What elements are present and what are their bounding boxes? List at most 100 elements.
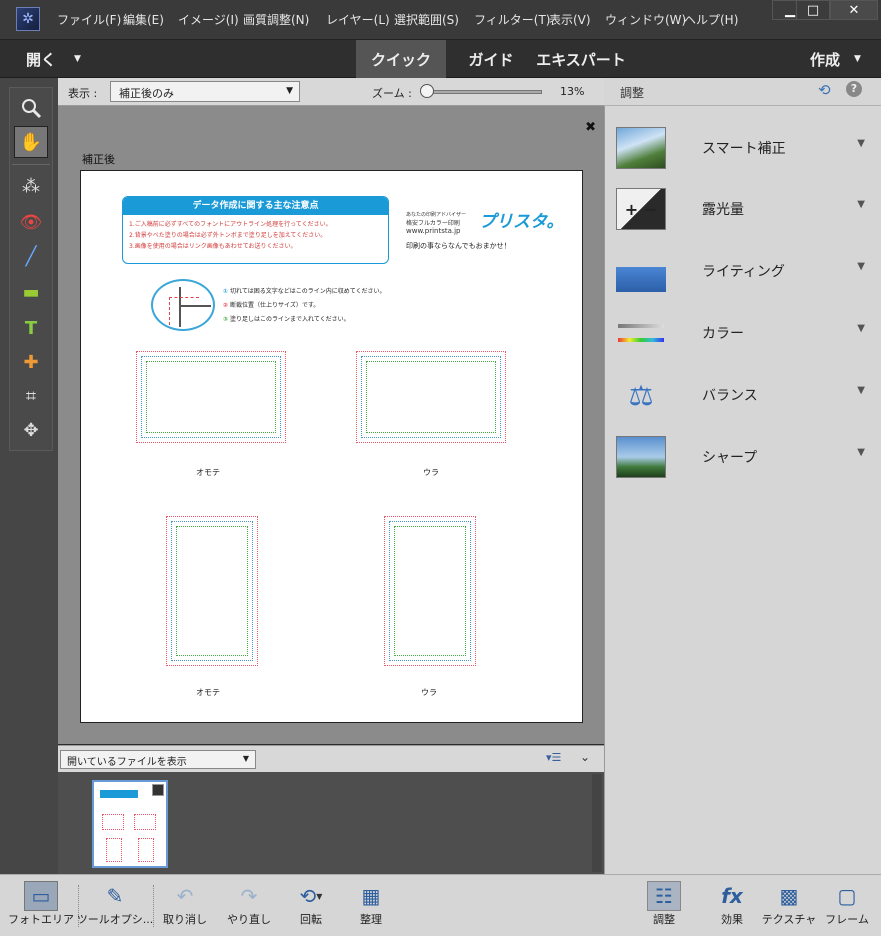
card-template-front-portrait (166, 516, 258, 666)
chevron-down-icon: ▼ (286, 86, 293, 96)
maximize-button[interactable]: □ (796, 0, 830, 20)
diagram-line (169, 297, 199, 325)
view-label: 表示 : (68, 87, 98, 100)
adjust-item-label: ライティング (702, 264, 785, 280)
adjust-item-color[interactable]: カラー ▼ (616, 309, 871, 357)
app-logo-icon[interactable]: ✲ (16, 7, 40, 31)
panel-header: 調整 ⟲ ? (604, 78, 881, 106)
rotate-icon: ⟲ ▼ (299, 884, 323, 908)
quick-selection-tool-icon[interactable]: ⁂ (14, 170, 48, 202)
bin-dropdown[interactable]: 開いているファイルを表示 ▼ (60, 750, 256, 769)
adjust-item-balance[interactable]: ⚖ バランス ▼ (616, 371, 871, 419)
close-button[interactable]: ✕ (830, 0, 878, 20)
exposure-icon: + − (616, 188, 666, 230)
frames-button[interactable]: ▢ フレーム (824, 881, 870, 935)
tab-guided[interactable]: ガイド (446, 40, 536, 78)
textures-icon: ▩ (779, 884, 799, 908)
crop-tool-icon[interactable]: ⌗ (14, 380, 48, 412)
textures-button[interactable]: ▩ テクスチャ (761, 881, 817, 935)
adjust-button[interactable]: ☷ 調整 (642, 881, 686, 935)
menu-filter[interactable]: フィルター(T) (474, 11, 550, 28)
whiten-teeth-tool-icon[interactable]: ╱ (14, 240, 48, 272)
organize-label: 整理 (360, 913, 382, 926)
bin-scrollbar[interactable] (592, 774, 602, 872)
frames-icon: ▢ (837, 884, 857, 908)
zoom-tool-icon[interactable] (14, 92, 48, 124)
effects-button[interactable]: fx 効果 (710, 881, 754, 935)
photo-area-label: フォトエリア (8, 913, 74, 926)
balance-icon: ⚖ (616, 374, 666, 416)
rotate-button[interactable]: ⟲ ▼ 回転 (288, 881, 334, 935)
adjust-item-label: 露光量 (702, 202, 744, 218)
task-bar: ▭ フォトエリア ✎ ツールオプシ... ↶ 取り消し ↷ やり直し ⟲ ▼ 回転… (0, 874, 881, 936)
thumbnail-badge-icon (152, 784, 164, 796)
create-label: 作成 (810, 50, 841, 69)
open-button[interactable]: 開く ▼ (0, 40, 96, 78)
legend-list: ① 切れては困る文字などはこのライン内に収めてください。 ② 断裁位置（仕上りサ… (223, 285, 386, 327)
straighten-tool-icon[interactable]: ▬ (14, 276, 48, 308)
adjust-item-sharpen[interactable]: シャープ ▼ (616, 433, 871, 481)
redo-label: やり直し (227, 913, 271, 926)
card-label: ウラ (421, 688, 437, 697)
brand-slogan: 印刷の事ならなんでもおまかせ！ (406, 242, 511, 250)
tab-expert[interactable]: エキスパート (536, 40, 626, 78)
divider (12, 164, 50, 165)
hand-tool-icon[interactable]: ✋ (14, 126, 48, 158)
adjust-label: 調整 (653, 913, 675, 926)
photo-bin-bar: 開いているファイルを表示 ▼ ▾☰ ⌄ (58, 745, 604, 772)
rotate-label: 回転 (300, 913, 322, 926)
undo-button[interactable]: ↶ 取り消し (160, 881, 210, 935)
adjust-item-exposure[interactable]: + − 露光量 ▼ (616, 185, 871, 233)
type-tool-icon[interactable]: T (14, 312, 48, 344)
bin-dropdown-value: 開いているファイルを表示 (67, 757, 187, 768)
healing-brush-tool-icon[interactable]: ✚ (14, 346, 48, 378)
brand-url: www.printsta.jp (406, 227, 461, 235)
legend-num: ③ (223, 316, 229, 323)
notice-line: 3.画像を使用の場合はリンク画像もあわせてお送りください。 (129, 243, 297, 250)
menu-file[interactable]: ファイル(F) (57, 11, 121, 28)
menu-image[interactable]: イメージ(I) (178, 11, 239, 28)
organize-button[interactable]: ▦ 整理 (348, 881, 394, 935)
redo-button[interactable]: ↷ やり直し (224, 881, 274, 935)
menu-select[interactable]: 選択範囲(S) (394, 11, 459, 28)
bin-thumbnail[interactable] (92, 780, 168, 868)
chevron-down-icon: ▼ (857, 261, 865, 272)
card-label: オモテ (196, 468, 220, 477)
panel-title: 調整 (620, 86, 645, 100)
options-bar: 表示 : 補正後のみ ▼ ズーム : 13% (58, 78, 604, 106)
view-dropdown[interactable]: 補正後のみ ▼ (110, 81, 300, 102)
chevron-down-icon: ▼ (242, 754, 249, 763)
undo-icon: ↶ (176, 884, 194, 908)
zoom-label: ズーム : (372, 87, 412, 100)
document-image[interactable]: データ作成に関する主な注意点 1.ご入稿前に必ずすべてのフォントにアウトライン処… (80, 170, 583, 723)
menu-help[interactable]: ヘルプ(H) (684, 11, 738, 28)
collapse-icon[interactable]: ⌄ (580, 750, 590, 764)
textures-label: テクスチャ (761, 913, 817, 926)
menu-edit[interactable]: 編集(E) (123, 11, 164, 28)
close-icon[interactable]: ✖ (585, 120, 596, 135)
adjust-item-smart-fix[interactable]: スマート補正 ▼ (616, 124, 871, 172)
color-icon (616, 312, 666, 354)
move-tool-icon[interactable]: ✥ (14, 414, 48, 446)
help-icon[interactable]: ? (846, 81, 862, 97)
bin-menu-icon[interactable]: ▾☰ (546, 751, 561, 764)
reset-icon[interactable]: ⟲ (818, 81, 831, 99)
zoom-value: 13% (560, 85, 585, 98)
menu-view[interactable]: 表示(V) (549, 11, 591, 28)
menu-enhance[interactable]: 画質調整(N) (243, 11, 309, 28)
menu-window[interactable]: ウィンドウ(W) (605, 11, 686, 28)
red-eye-tool-icon[interactable]: 👁 (14, 206, 48, 238)
zoom-slider-track[interactable] (422, 90, 542, 94)
chevron-down-icon: ▼ (854, 54, 861, 64)
tool-options-button[interactable]: ✎ ツールオプシ... (77, 881, 154, 935)
menu-layer[interactable]: レイヤー(L) (326, 11, 390, 28)
card-label: オモテ (196, 688, 220, 697)
chevron-down-icon: ▼ (857, 323, 865, 334)
photo-area-button[interactable]: ▭ フォトエリア (8, 881, 74, 935)
tab-quick[interactable]: クイック (356, 40, 446, 78)
view-value: 補正後のみ (119, 87, 174, 100)
adjust-item-lighting[interactable]: ライティング ▼ (616, 247, 871, 295)
legend-diagram (151, 279, 215, 331)
create-button[interactable]: 作成 ▼ (790, 40, 881, 78)
zoom-slider-handle[interactable] (420, 84, 434, 98)
